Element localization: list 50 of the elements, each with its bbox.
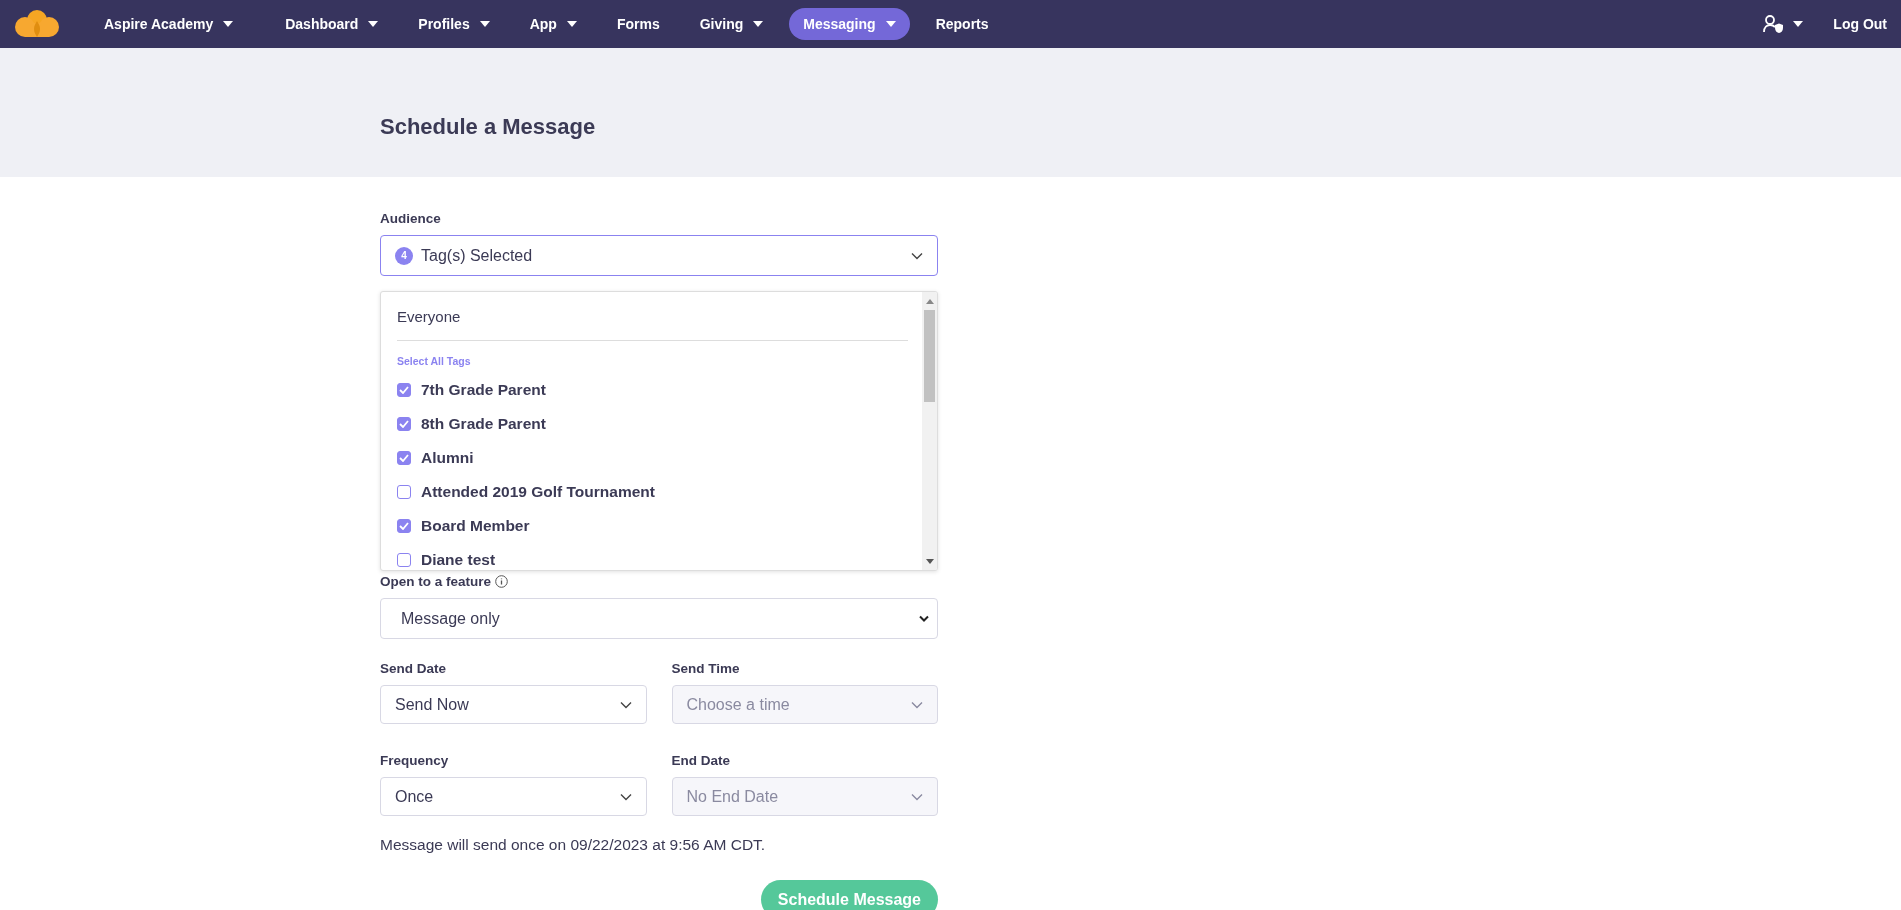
nav-tab[interactable]: Messaging [789, 8, 910, 40]
caret-icon [223, 21, 234, 27]
select-field[interactable]: Send Now [380, 685, 647, 724]
checkbox[interactable] [397, 553, 411, 567]
field-label: Frequency [380, 753, 450, 768]
nav-tab[interactable]: App [515, 8, 591, 40]
user-shield-icon[interactable] [1763, 15, 1784, 33]
field-label: Send Time [671, 661, 741, 676]
checkbox[interactable] [397, 417, 411, 431]
tag-label[interactable]: 7th Grade Parent [421, 381, 546, 399]
checkbox[interactable] [397, 519, 411, 533]
scrollbar[interactable] [922, 292, 937, 570]
field-label: Send Date [380, 661, 448, 676]
logout-link[interactable]: Log Out [1833, 8, 1887, 40]
caret-icon [1793, 21, 1804, 27]
field-label: End Date [671, 753, 731, 768]
select-field[interactable]: Message only [380, 598, 938, 639]
scroll-down-icon[interactable] [925, 559, 934, 564]
nav-tab[interactable]: Giving [685, 8, 778, 40]
page-title: Schedule a Message [380, 114, 597, 140]
nav-tab[interactable]: Dashboard [271, 8, 393, 40]
chevron-icon [911, 251, 923, 260]
schedule-summary: Message will send once on 09/22/2023 at 9:56 AM CDT. [380, 836, 767, 854]
scroll-up-icon[interactable] [925, 299, 934, 304]
chevron-icon [911, 792, 923, 801]
tag-label[interactable]: Board Member [421, 517, 530, 535]
logo-icon[interactable] [14, 9, 60, 39]
checkbox[interactable] [397, 451, 411, 465]
select-field[interactable]: Once [380, 777, 647, 816]
tag-label[interactable]: Attended 2019 Golf Tournament [421, 483, 655, 501]
checkbox[interactable] [397, 383, 411, 397]
option[interactable]: Everyone [397, 292, 908, 330]
chevron-icon [919, 615, 929, 622]
tag-label[interactable]: Diane test [421, 551, 496, 569]
audience-select[interactable]: 4 Tag(s) Selected [380, 235, 938, 276]
field-label: Audience [380, 211, 442, 226]
tag-label[interactable]: 8th Grade Parent [421, 415, 546, 433]
checkbox[interactable] [397, 485, 411, 499]
tag-label[interactable]: Alumni [421, 449, 474, 467]
chevron-icon [911, 700, 923, 709]
nav-tab[interactable]: Forms [602, 8, 674, 40]
field-label: Open to a feature [380, 574, 492, 589]
info-icon[interactable] [495, 575, 509, 588]
brand-menu[interactable]: Aspire Academy [90, 8, 248, 40]
nav-tab[interactable]: Profiles [404, 8, 504, 40]
nav-tab[interactable]: Reports [921, 8, 1003, 40]
chevron-icon [619, 792, 632, 801]
scrollbar-thumb[interactable] [924, 310, 935, 402]
count-badge: 4 [395, 246, 413, 265]
chevron-icon [619, 700, 632, 709]
